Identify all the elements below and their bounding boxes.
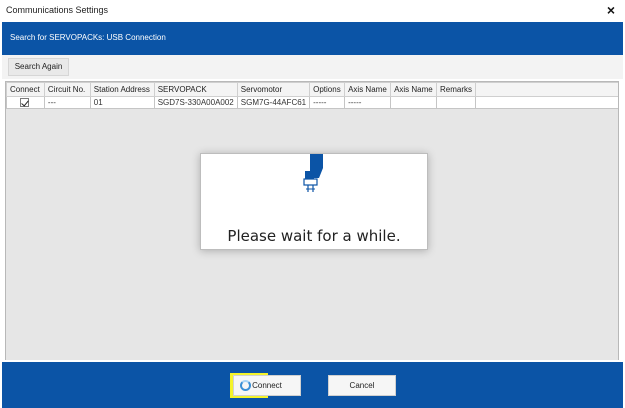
window-title: Communications Settings [6,5,109,15]
row-filler-cell [475,96,618,109]
header-band: Search for SERVOPACKs: USB Connection [2,22,623,55]
connect-cell[interactable] [6,96,45,109]
footer-bar: Connect Cancel [2,362,623,408]
column-header-axis-name[interactable]: Axis Name [344,82,392,97]
column-header-axis-name-2[interactable]: Axis Name [390,82,438,97]
station-address-cell: 01 [89,96,155,109]
circuit-no-cell: --- [43,96,91,109]
search-status-text: Search for SERVOPACKs: USB Connection [10,33,166,42]
servomotor-cell: SGM7G-44AFC61 [236,96,311,109]
title-bar: Communications Settings × [0,0,625,22]
column-header-options[interactable]: Options [309,82,346,97]
column-header-station-address[interactable]: Station Address [89,82,155,97]
column-header-remarks[interactable]: Remarks [436,82,477,97]
column-header-servomotor[interactable]: Servomotor [236,82,311,97]
servopack-table: Connect Circuit No. Station Address SERV… [6,82,618,109]
wait-message: Please wait for a while. [227,227,401,245]
axis-name-cell: ----- [344,96,392,109]
toolbar: Search Again [2,55,623,79]
servopack-cell: SGD7S-330A00A002 [153,96,238,109]
wait-dialog: Please wait for a while. [200,153,428,250]
connect-checkbox[interactable] [20,98,29,108]
search-again-button[interactable]: Search Again [8,58,69,76]
cancel-button[interactable]: Cancel [328,375,396,396]
column-header-servopack[interactable]: SERVOPACK [153,82,238,97]
close-icon[interactable]: × [603,1,619,19]
column-header-connect[interactable]: Connect [6,82,45,97]
remarks-cell [436,96,477,109]
busy-cursor-icon [240,380,251,391]
table-row[interactable]: --- 01 SGD7S-330A00A002 SGM7G-44AFC61 --… [6,96,618,109]
axis-name-2-cell [390,96,438,109]
column-header-filler [475,82,618,97]
column-header-circuit-no[interactable]: Circuit No. [43,82,91,97]
usb-plug-icon [303,154,323,192]
options-cell: ----- [309,96,346,109]
table-header-row: Connect Circuit No. Station Address SERV… [6,82,618,97]
